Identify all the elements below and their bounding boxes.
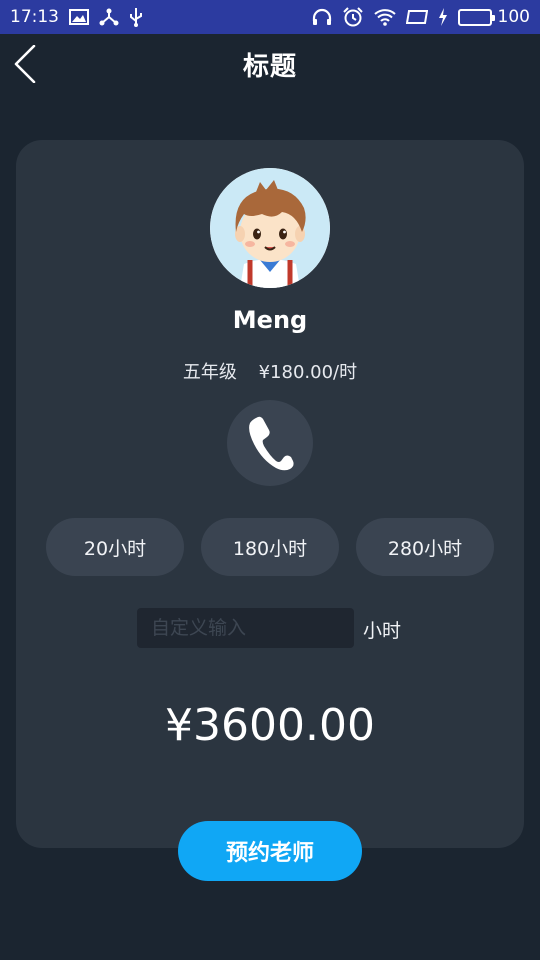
custom-hours-input[interactable]	[137, 608, 354, 648]
back-button[interactable]	[10, 44, 40, 84]
call-button[interactable]	[227, 400, 313, 486]
charging-icon	[438, 8, 448, 26]
screen-icon	[405, 9, 428, 25]
hour-option-20[interactable]: 20小时	[46, 518, 184, 576]
usb-icon	[129, 7, 143, 27]
battery-icon	[457, 8, 495, 26]
page-title: 标题	[242, 51, 297, 82]
hours-unit-label: 小时	[363, 620, 402, 642]
image-icon	[69, 9, 89, 25]
nav-bar: 标题	[0, 34, 540, 94]
status-time: 17:13	[10, 7, 59, 27]
usb-share-icon	[99, 8, 119, 26]
hour-option-280[interactable]: 280小时	[356, 518, 494, 576]
total-price: ¥3600.00	[165, 700, 375, 751]
teacher-info: 五年级 ¥180.00/时	[16, 358, 524, 384]
cartoon-boy-avatar	[210, 168, 330, 288]
teacher-card: Meng 五年级 ¥180.00/时 20小时 180小时 280小时 小时 ¥…	[16, 140, 524, 848]
alarm-icon	[342, 7, 364, 27]
hour-option-180[interactable]: 180小时	[201, 518, 339, 576]
status-bar: 17:13 100	[0, 0, 540, 34]
chevron-left-icon	[14, 45, 36, 83]
wifi-icon	[373, 8, 396, 26]
teacher-name: Meng	[232, 306, 308, 334]
phone-icon	[249, 416, 294, 471]
avatar	[210, 168, 330, 288]
battery-level: 100	[497, 7, 530, 27]
headphones-icon	[312, 8, 332, 26]
book-teacher-button[interactable]: 预约老师	[178, 821, 362, 881]
teacher-grade: 五年级	[182, 362, 237, 383]
teacher-rate: ¥180.00/时	[258, 362, 358, 383]
